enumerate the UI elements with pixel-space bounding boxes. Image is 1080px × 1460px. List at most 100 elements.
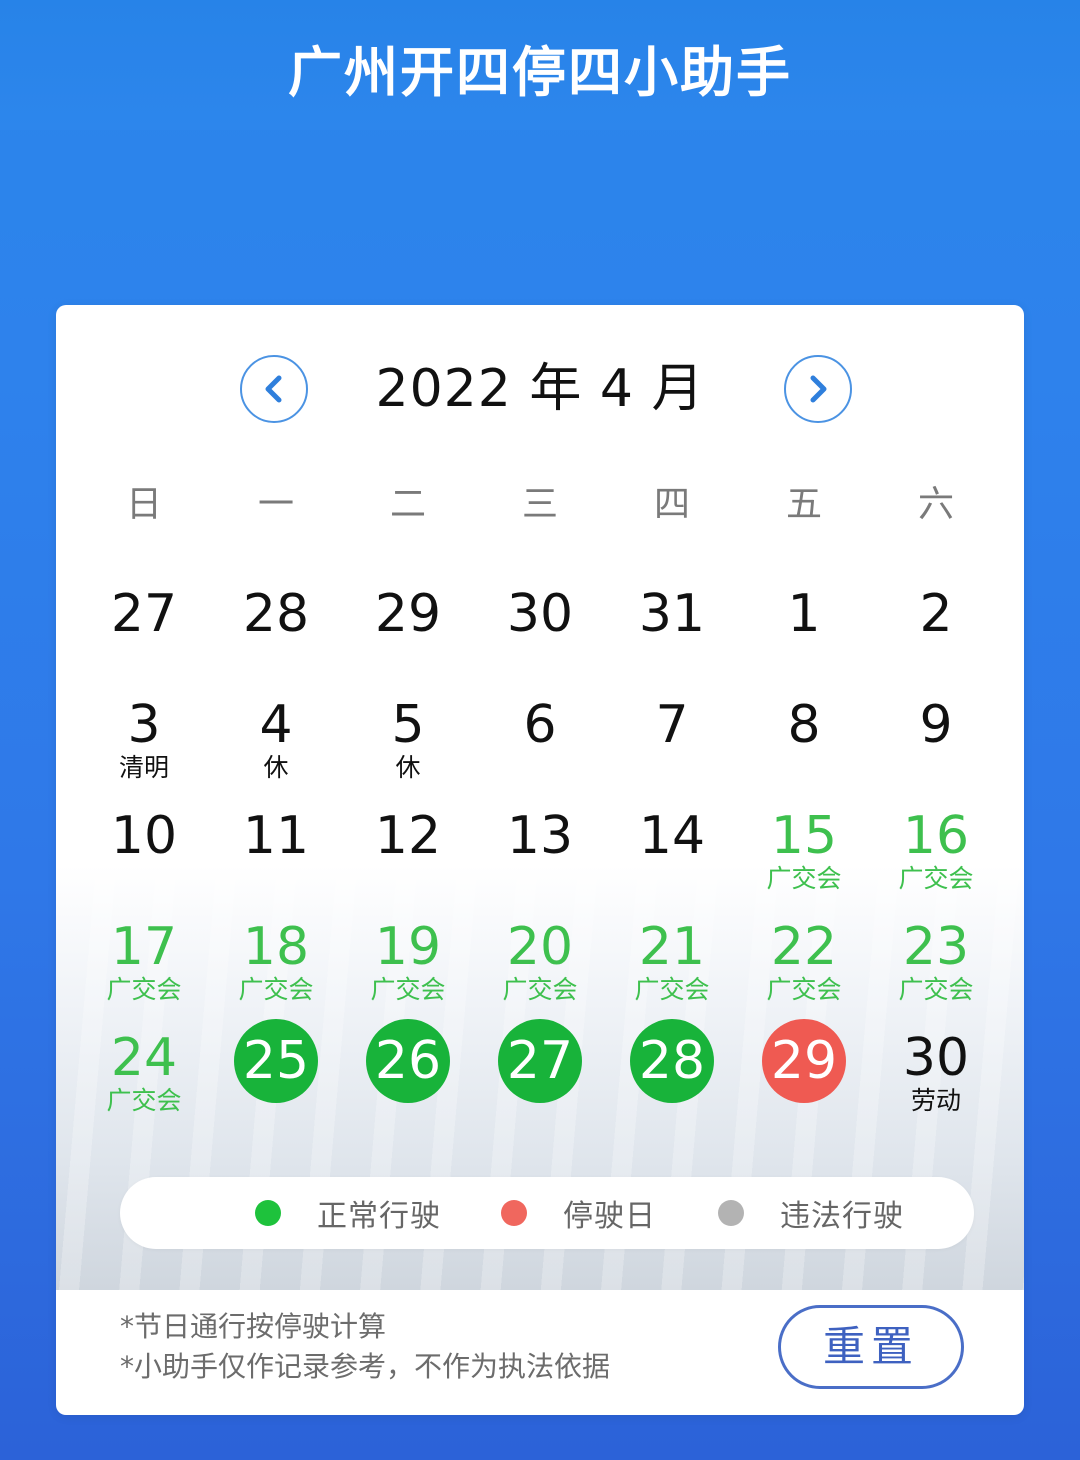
- legend-label-illegal: 违法行驶: [780, 1199, 904, 1234]
- calendar-grid: 27 28 29 30 31 1 2 3 清明 4 休 5 休 6 7 8 9 10 11 12 13 14 15 广交会 16…: [78, 567, 1002, 1122]
- day-number: 2: [919, 584, 953, 644]
- calendar-day[interactable]: 16 广交会: [870, 789, 1002, 900]
- day-number: 31: [638, 584, 706, 644]
- calendar-day[interactable]: 30: [474, 567, 606, 678]
- day-number: 14: [638, 806, 706, 866]
- weekday-thu: 四: [653, 484, 690, 525]
- weekday-sat: 六: [917, 484, 954, 525]
- day-note: 广交会: [370, 975, 446, 1004]
- weekday-fri: 五: [785, 484, 822, 525]
- calendar-day[interactable]: 18 广交会: [210, 900, 342, 1011]
- calendar-day[interactable]: 17 广交会: [78, 900, 210, 1011]
- prev-month-button[interactable]: [240, 355, 308, 423]
- calendar-week: 3 清明 4 休 5 休 6 7 8 9: [78, 678, 1002, 789]
- day-number: 20: [506, 917, 574, 977]
- day-number: 22: [770, 917, 838, 977]
- month-header: 2022 年 4 月: [56, 353, 1024, 433]
- day-number: 10: [110, 806, 178, 866]
- weekday-wed: 三: [521, 484, 558, 525]
- calendar-day[interactable]: 28: [606, 1011, 738, 1122]
- day-number: 30: [902, 1028, 970, 1088]
- calendar-day[interactable]: 8: [738, 678, 870, 789]
- calendar-day[interactable]: 14: [606, 789, 738, 900]
- calendar-day[interactable]: 3 清明: [78, 678, 210, 789]
- calendar-week: 24 广交会 25 26 27 28 29 30 劳动: [78, 1011, 1002, 1122]
- calendar-day[interactable]: 1: [738, 567, 870, 678]
- calendar-day[interactable]: 26: [342, 1011, 474, 1122]
- calendar-day[interactable]: 9: [870, 678, 1002, 789]
- day-number: 15: [770, 806, 838, 866]
- next-month-button[interactable]: [784, 355, 852, 423]
- calendar-week: 27 28 29 30 31 1 2: [78, 567, 1002, 678]
- legend-label-stop: 停驶日: [563, 1199, 656, 1234]
- day-number: 16: [902, 806, 970, 866]
- day-number: 27: [110, 584, 178, 644]
- calendar-day[interactable]: 11: [210, 789, 342, 900]
- day-number: 9: [919, 695, 953, 755]
- chevron-right-icon: [810, 375, 827, 403]
- day-number: 12: [374, 806, 442, 866]
- reset-button[interactable]: 重置: [778, 1305, 964, 1389]
- weekday-header: 日 一 二 三 四 五 六: [78, 475, 1002, 527]
- calendar-card: 2022 年 4 月 日 一 二 三 四 五 六 27 28 29 30 31 1 2 3 清明…: [56, 305, 1024, 1415]
- day-number: 18: [242, 917, 310, 977]
- day-number: 25: [242, 1031, 310, 1091]
- note-disclaimer: *小助手仅作记录参考，不作为执法依据: [120, 1350, 611, 1383]
- legend-item-stop: 停驶日: [501, 1177, 656, 1249]
- calendar-day[interactable]: 5休: [342, 678, 474, 789]
- day-number: 23: [902, 917, 970, 977]
- calendar-day[interactable]: 29: [738, 1011, 870, 1122]
- calendar-day[interactable]: 19 广交会: [342, 900, 474, 1011]
- calendar-day[interactable]: 23 广交会: [870, 900, 1002, 1011]
- calendar-day[interactable]: 12: [342, 789, 474, 900]
- calendar-day[interactable]: 2: [870, 567, 1002, 678]
- day-number: 3: [127, 695, 161, 755]
- calendar-week: 10 11 12 13 14 15 广交会 16 广交会: [78, 789, 1002, 900]
- note-holiday: *节日通行按停驶计算: [120, 1310, 387, 1343]
- calendar-day[interactable]: 13: [474, 789, 606, 900]
- weekday-sun: 日: [125, 484, 162, 525]
- calendar-day[interactable]: 27: [474, 1011, 606, 1122]
- day-number: 26: [374, 1031, 442, 1091]
- calendar-day[interactable]: 21 广交会: [606, 900, 738, 1011]
- day-note: 清明: [118, 753, 169, 782]
- calendar-day[interactable]: 22 广交会: [738, 900, 870, 1011]
- day-note: 广交会: [502, 975, 578, 1004]
- legend-dot-normal: [255, 1200, 281, 1226]
- calendar-day[interactable]: 4休: [210, 678, 342, 789]
- day-note: 广交会: [634, 975, 710, 1004]
- calendar-day[interactable]: 25: [210, 1011, 342, 1122]
- month-title: 2022 年 4 月: [375, 359, 705, 419]
- calendar-day[interactable]: 10: [78, 789, 210, 900]
- weekday-mon: 一: [257, 484, 294, 525]
- day-note: 广交会: [898, 975, 974, 1004]
- calendar-day[interactable]: 27: [78, 567, 210, 678]
- day-number: 24: [110, 1028, 178, 1088]
- legend-label-normal: 正常行驶: [317, 1199, 441, 1234]
- calendar-day[interactable]: 7: [606, 678, 738, 789]
- day-number: 4: [259, 695, 293, 755]
- day-note: 休: [395, 753, 421, 782]
- day-note: 广交会: [106, 1086, 182, 1115]
- calendar-day[interactable]: 30 劳动: [870, 1011, 1002, 1122]
- calendar-day[interactable]: 28: [210, 567, 342, 678]
- weekday-tue: 二: [389, 484, 426, 525]
- day-note: 广交会: [766, 975, 842, 1004]
- calendar-day[interactable]: 31: [606, 567, 738, 678]
- day-number: 28: [638, 1031, 706, 1091]
- calendar-day[interactable]: 20 广交会: [474, 900, 606, 1011]
- calendar-day[interactable]: 6: [474, 678, 606, 789]
- day-number: 6: [523, 695, 557, 755]
- day-number: 17: [110, 917, 178, 977]
- day-number: 29: [374, 584, 442, 644]
- day-number: 7: [655, 695, 689, 755]
- day-number: 28: [242, 584, 310, 644]
- day-number: 21: [638, 917, 706, 977]
- day-note: 广交会: [898, 864, 974, 893]
- day-number: 5: [391, 695, 425, 755]
- day-number: 19: [374, 917, 442, 977]
- day-number: 13: [506, 806, 574, 866]
- calendar-day[interactable]: 24 广交会: [78, 1011, 210, 1122]
- calendar-day[interactable]: 15 广交会: [738, 789, 870, 900]
- calendar-day[interactable]: 29: [342, 567, 474, 678]
